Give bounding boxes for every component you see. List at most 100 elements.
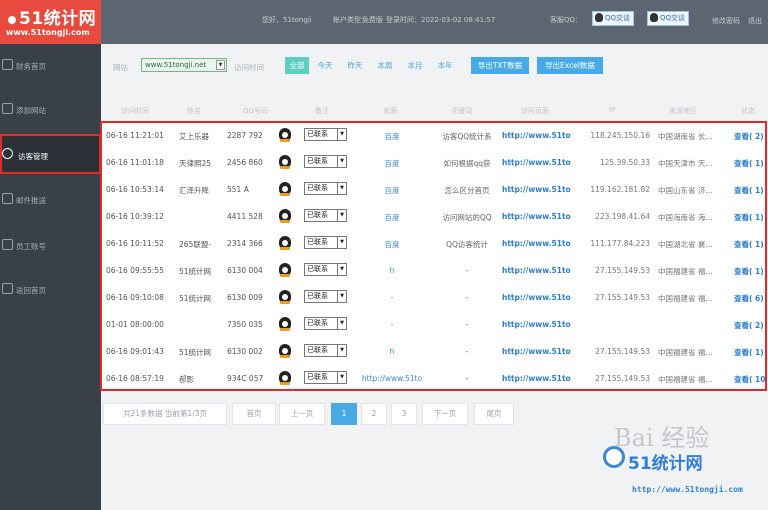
visited-page-link[interactable]: http://www.51to (502, 347, 576, 356)
period-week[interactable]: 本周 (374, 57, 396, 74)
view-detail-link[interactable]: 查看( 1) (734, 158, 765, 169)
qq-penguin-icon[interactable] (279, 182, 293, 196)
view-detail-link[interactable]: 查看( 1) (734, 347, 765, 358)
view-detail-link[interactable]: 查看( 2) (734, 320, 765, 331)
mail-icon (2, 193, 13, 204)
view-detail-link[interactable]: 查看( 10+ (734, 374, 765, 385)
qq-penguin-icon[interactable] (279, 155, 293, 169)
time-label: 访问时间 (234, 63, 264, 72)
status-select[interactable]: 已联系 ▼ (304, 371, 347, 384)
period-today[interactable]: 今天 (314, 57, 336, 74)
first-page-button[interactable]: 首页 (232, 403, 276, 425)
chevron-down-icon: ▼ (216, 60, 225, 70)
site-select[interactable]: www.51tongji.net ▼ (141, 58, 227, 72)
visited-page-link[interactable]: http://www.51to (502, 239, 576, 248)
status-select[interactable]: 已联系 ▼ (304, 209, 347, 222)
qq-penguin-icon[interactable] (279, 344, 293, 358)
sidebar-item-email[interactable]: 邮件推送 (0, 180, 101, 220)
status-select[interactable]: 已联系 ▼ (304, 290, 347, 303)
export-excel-button[interactable]: 导出Excel数据 (537, 57, 603, 74)
visitor-location: 中国海南省 海... (658, 213, 713, 222)
export-txt-button[interactable]: 导出TXT数据 (471, 57, 529, 74)
visitor-name: 郝影 (179, 375, 194, 384)
view-detail-link[interactable]: 查看( 1) (734, 266, 765, 277)
visited-page-link[interactable]: http://www.51to (502, 293, 576, 302)
qq-penguin-icon[interactable] (279, 236, 293, 250)
sidebar: 财务首页 添加网站 访客管理 邮件推送 员工账号 返回首页 (0, 44, 101, 510)
view-detail-link[interactable]: 查看( 1) (734, 239, 765, 250)
visited-page-link[interactable]: http://www.51to (502, 185, 576, 194)
status-select[interactable]: 已联系 ▼ (304, 236, 347, 249)
page-3-button[interactable]: 3 (391, 403, 417, 425)
modify-password-link[interactable]: 修改密码 (712, 16, 740, 26)
chevron-down-icon: ▼ (337, 264, 346, 275)
visit-time: 06-16 10:39:12 (106, 212, 164, 221)
period-all[interactable]: 全部 (285, 57, 309, 74)
search-keyword: QQ访客统计 (446, 240, 488, 249)
qq-penguin-icon[interactable] (279, 128, 293, 142)
visited-page-link[interactable]: http://www.51to (502, 212, 576, 221)
status-select[interactable]: 已联系 ▼ (304, 182, 347, 195)
logo-url: www.51tongji.com (6, 28, 90, 37)
sidebar-item-staff[interactable]: 员工账号 (0, 226, 101, 266)
visitor-ip: 125.39.50.33 (599, 158, 650, 167)
plus-icon (2, 103, 13, 114)
qq-chat-button-1[interactable]: QQ交谈 (592, 11, 635, 26)
logout-link[interactable]: 退出 (748, 16, 762, 26)
visited-page-link[interactable]: http://www.51to (502, 374, 576, 383)
visit-source: 百度 (384, 213, 400, 222)
table-row: 06-16 10:53:14 汇泽升降 551 A 百度 怎么区分首页 http://ww… (102, 177, 765, 204)
qq-label: 客服QQ： (550, 16, 583, 24)
period-yesterday[interactable]: 昨天 (344, 57, 366, 74)
col-location: 来源地区 (669, 107, 697, 115)
sidebar-item-add-site[interactable]: 添加网站 (0, 90, 101, 130)
qq-penguin-icon[interactable] (279, 317, 293, 331)
visitor-qq: 2314 366 (227, 239, 263, 248)
last-page-button[interactable]: 尾页 (474, 403, 514, 425)
logo[interactable]: 51统计网 www.51tongji.com (0, 0, 101, 44)
status-select[interactable]: 已联系 ▼ (304, 317, 347, 330)
site-label: 网站 (113, 63, 128, 72)
visit-source: - (390, 293, 394, 302)
prev-page-button[interactable]: 上一页 (279, 403, 325, 425)
period-month[interactable]: 本月 (404, 57, 426, 74)
sidebar-item-visitor-management[interactable]: 访客管理 (0, 134, 101, 174)
status-select[interactable]: 已联系 ▼ (304, 344, 347, 357)
qq-penguin-icon[interactable] (279, 209, 293, 223)
sidebar-item-home[interactable]: 财务首页 (0, 46, 101, 86)
visited-page-link[interactable]: http://www.51to (502, 131, 576, 140)
page-2-button[interactable]: 2 (361, 403, 387, 425)
visitor-ip: 27.155.149.53 (595, 293, 650, 302)
qq-penguin-icon[interactable] (279, 263, 293, 277)
qq-icon (650, 12, 658, 22)
search-keyword: - (465, 347, 469, 356)
chevron-down-icon: ▼ (337, 156, 346, 167)
view-detail-link[interactable]: 查看( 1) (734, 185, 765, 196)
visitor-ip: 223.198.41.64 (595, 212, 650, 221)
page-1-button[interactable]: 1 (331, 403, 357, 425)
visitor-qq: 7350 035 (227, 320, 263, 329)
visited-page-link[interactable]: http://www.51to (502, 158, 576, 167)
visitor-name: 艾上乐器 (179, 132, 209, 141)
qq-penguin-icon[interactable] (279, 371, 293, 385)
status-select[interactable]: 已联系 ▼ (304, 128, 347, 141)
visited-page-link[interactable]: http://www.51to (502, 266, 576, 275)
visit-time: 06-16 09:10:08 (106, 293, 164, 302)
status-select[interactable]: 已联系 ▼ (304, 155, 347, 168)
period-year[interactable]: 本年 (434, 57, 456, 74)
col-source: 来源 (383, 107, 397, 115)
status-value: 已联系 (307, 373, 328, 381)
view-detail-link[interactable]: 查看( 2) (734, 131, 765, 142)
chevron-down-icon: ▼ (337, 372, 346, 383)
visited-page-link[interactable]: http://www.51to (502, 320, 576, 329)
next-page-button[interactable]: 下一页 (422, 403, 468, 425)
view-detail-link[interactable]: 查看( 1) (734, 212, 765, 223)
status-value: 已联系 (307, 292, 328, 300)
visit-source: 百度 (384, 186, 400, 195)
qq-penguin-icon[interactable] (279, 290, 293, 304)
visitor-location: 中国山东省 济... (658, 186, 713, 195)
status-select[interactable]: 已联系 ▼ (304, 263, 347, 276)
sidebar-item-return[interactable]: 返回首页 (0, 270, 101, 310)
qq-chat-button-2[interactable]: QQ交谈 (647, 11, 690, 26)
view-detail-link[interactable]: 查看( 6) (734, 293, 765, 304)
